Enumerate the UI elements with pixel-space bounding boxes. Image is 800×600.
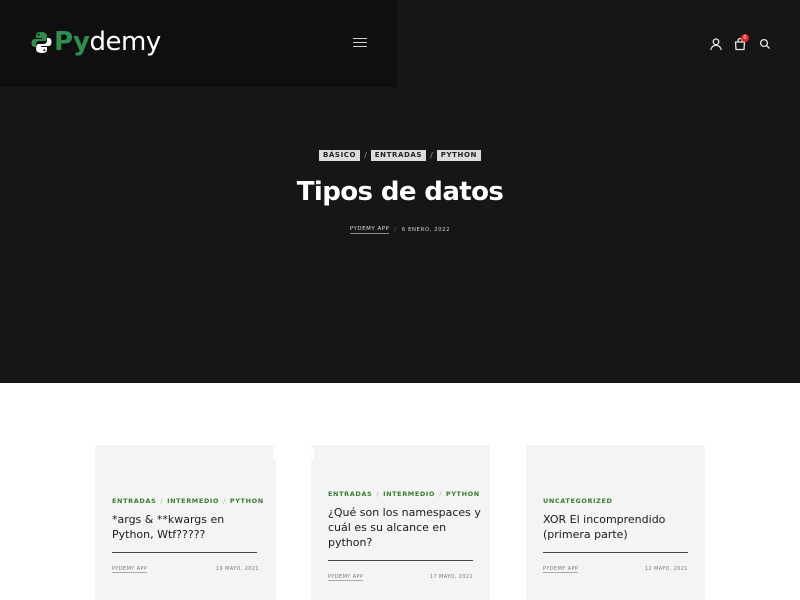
logo-text: Pydemy: [54, 28, 161, 56]
card-title-line: Python, Wtf?????: [112, 528, 206, 541]
card-title-line: *args & **kwargs en: [112, 513, 225, 526]
card-category-link[interactable]: ENTRADAS: [112, 497, 156, 505]
post-card[interactable]: UNCATEGORIZED XOR El incomprendido (prim…: [526, 445, 705, 600]
search-icon[interactable]: [758, 36, 772, 50]
card-category-link[interactable]: INTERMEDIO: [383, 490, 435, 498]
card-title-line: ¿Qué son los namespaces y: [328, 506, 481, 519]
post-meta: PYDEMY APP / 6 ENERO, 2022: [0, 226, 800, 234]
tag-basico[interactable]: BÁSICO: [318, 150, 361, 161]
card-divider: [543, 552, 688, 553]
card-divider: [328, 560, 473, 561]
card-title-link[interactable]: XOR El incomprendido (primera parte): [543, 512, 693, 542]
card-categories: ENTRADAS / INTERMEDIO / PYTHON: [112, 497, 264, 505]
post-tags: BÁSICO / ENTRADAS / PYTHON: [0, 150, 800, 161]
logo-text-py: Py: [54, 27, 90, 57]
tag-entradas[interactable]: ENTRADAS: [370, 150, 427, 161]
hamburger-menu-icon[interactable]: [353, 38, 367, 48]
site-logo[interactable]: Pydemy: [31, 28, 161, 56]
card-title-line: (primera parte): [543, 528, 628, 541]
logo-text-rest: demy: [89, 27, 162, 57]
card-divider: [112, 552, 257, 553]
card-title-line: python?: [328, 536, 373, 549]
card-title-line: XOR El incomprendido: [543, 513, 666, 526]
card-category-link[interactable]: PYTHON: [446, 490, 480, 498]
card-category-link[interactable]: PYTHON: [230, 497, 264, 505]
card-category-link[interactable]: ENTRADAS: [328, 490, 372, 498]
card-notch: [273, 449, 277, 459]
card-author-link[interactable]: PYDEMY APP: [112, 566, 148, 573]
post-card[interactable]: ENTRADAS / INTERMEDIO / PYTHON ¿Qué son …: [310, 445, 490, 600]
tag-python[interactable]: PYTHON: [436, 150, 482, 161]
tag-separator: /: [430, 151, 433, 160]
python-logo-icon: [31, 31, 52, 54]
card-notch: [310, 449, 314, 459]
cart-count-badge: 0: [741, 34, 749, 42]
card-date: 17 MAYO, 2021: [429, 574, 473, 580]
post-date: 6 ENERO, 2022: [401, 227, 451, 233]
post-card[interactable]: ENTRADAS / INTERMEDIO / PYTHON *args & *…: [95, 445, 277, 600]
card-category-link[interactable]: INTERMEDIO: [167, 497, 219, 505]
tag-separator: /: [364, 151, 367, 160]
category-separator: /: [160, 497, 164, 505]
card-categories: UNCATEGORIZED: [543, 497, 613, 505]
card-title-link[interactable]: *args & **kwargs en Python, Wtf?????: [112, 512, 262, 542]
user-icon[interactable]: [709, 36, 723, 51]
card-categories: ENTRADAS / INTERMEDIO / PYTHON: [328, 490, 480, 498]
card-title-link[interactable]: ¿Qué son los namespaces y cuál es su alc…: [328, 505, 483, 550]
meta-separator: /: [394, 227, 397, 233]
category-separator: /: [376, 490, 380, 498]
category-separator: /: [223, 497, 226, 505]
post-author-link[interactable]: PYDEMY APP: [349, 226, 390, 234]
card-author-link[interactable]: PYDEMY APP: [543, 566, 579, 573]
hero-section: Pydemy 0 BÁSICO / ENTRADAS / PYTHON Tipo…: [0, 0, 800, 383]
page-title: Tipos de datos: [296, 177, 504, 207]
card-date: 12 MAYO, 2021: [644, 566, 688, 572]
category-separator: /: [439, 490, 442, 498]
card-author-link[interactable]: PYDEMY APP: [328, 574, 364, 581]
card-date: 19 MAYO, 2021: [215, 566, 259, 572]
card-title-line: cuál es su alcance en: [328, 521, 447, 534]
card-category-link[interactable]: UNCATEGORIZED: [543, 497, 613, 505]
